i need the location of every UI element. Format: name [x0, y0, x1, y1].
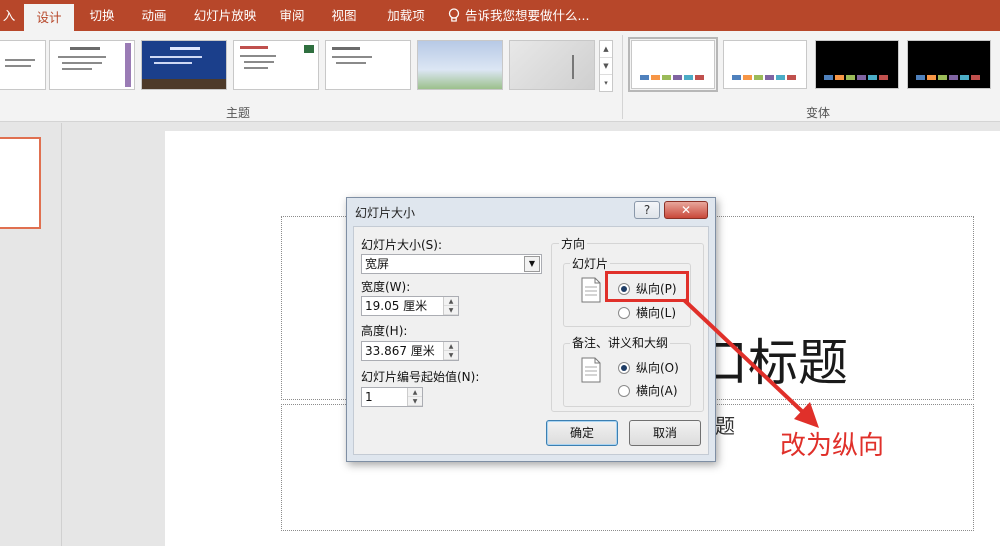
annotation-text: 改为纵向 — [780, 431, 885, 461]
annotation-arrow-icon — [682, 298, 819, 428]
